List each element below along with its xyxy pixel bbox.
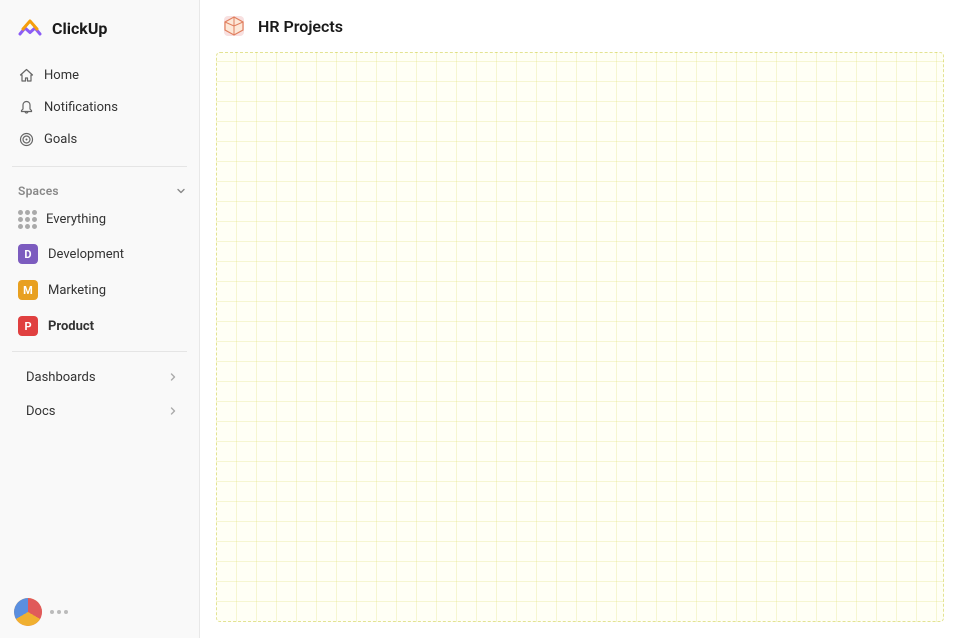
sidebar-item-development[interactable]: D Development bbox=[8, 237, 191, 271]
docs-chevron-icon bbox=[165, 403, 181, 419]
sidebar-item-goals-label: Goals bbox=[44, 132, 77, 147]
spaces-chevron-icon bbox=[173, 183, 189, 199]
dot-1 bbox=[50, 610, 54, 614]
sidebar-item-product-label: Product bbox=[48, 319, 94, 334]
dot-2 bbox=[57, 610, 61, 614]
logo-area[interactable]: ClickUp bbox=[0, 0, 199, 56]
sidebar-item-everything[interactable]: Everything bbox=[8, 203, 191, 235]
bell-icon bbox=[18, 99, 34, 115]
product-badge: P bbox=[18, 316, 38, 336]
cube-icon bbox=[220, 12, 248, 40]
avatar-image bbox=[14, 598, 42, 626]
sidebar-item-home-label: Home bbox=[44, 68, 79, 83]
main-nav: Home Notifications Goals bbox=[0, 56, 199, 158]
avatar-menu-dots[interactable] bbox=[50, 610, 68, 614]
sidebar-item-everything-label: Everything bbox=[46, 212, 106, 227]
sidebar: ClickUp Home Notifications bbox=[0, 0, 200, 638]
sidebar-item-docs-label: Docs bbox=[26, 404, 55, 419]
spaces-header[interactable]: Spaces bbox=[0, 175, 199, 203]
sidebar-item-marketing[interactable]: M Marketing bbox=[8, 273, 191, 307]
sidebar-item-notifications[interactable]: Notifications bbox=[8, 92, 191, 122]
spaces-label: Spaces bbox=[18, 184, 59, 198]
main-body bbox=[216, 52, 944, 622]
target-icon bbox=[18, 131, 34, 147]
page-title: HR Projects bbox=[258, 17, 343, 36]
dot-3 bbox=[64, 610, 68, 614]
development-badge: D bbox=[18, 244, 38, 264]
main-content: HR Projects bbox=[200, 0, 960, 638]
spaces-divider bbox=[12, 351, 187, 352]
sidebar-item-marketing-label: Marketing bbox=[48, 283, 106, 298]
avatar[interactable] bbox=[14, 598, 42, 626]
sidebar-bottom[interactable] bbox=[0, 586, 199, 638]
sidebar-item-home[interactable]: Home bbox=[8, 60, 191, 90]
sidebar-item-goals[interactable]: Goals bbox=[8, 124, 191, 154]
sidebar-item-dashboards-label: Dashboards bbox=[26, 370, 96, 385]
clickup-logo-icon bbox=[16, 14, 44, 42]
everything-dots-icon bbox=[18, 210, 36, 228]
main-header: HR Projects bbox=[200, 0, 960, 52]
marketing-badge: M bbox=[18, 280, 38, 300]
spaces-list: Everything D Development M Marketing P P… bbox=[0, 203, 199, 343]
dashboards-chevron-icon bbox=[165, 369, 181, 385]
sidebar-item-product[interactable]: P Product bbox=[8, 309, 191, 343]
sidebar-item-notifications-label: Notifications bbox=[44, 100, 118, 115]
nav-divider bbox=[12, 166, 187, 167]
logo-text: ClickUp bbox=[52, 19, 107, 38]
home-icon bbox=[18, 67, 34, 83]
sidebar-item-development-label: Development bbox=[48, 247, 124, 262]
sidebar-item-dashboards[interactable]: Dashboards bbox=[8, 360, 191, 394]
sidebar-item-docs[interactable]: Docs bbox=[8, 394, 191, 428]
